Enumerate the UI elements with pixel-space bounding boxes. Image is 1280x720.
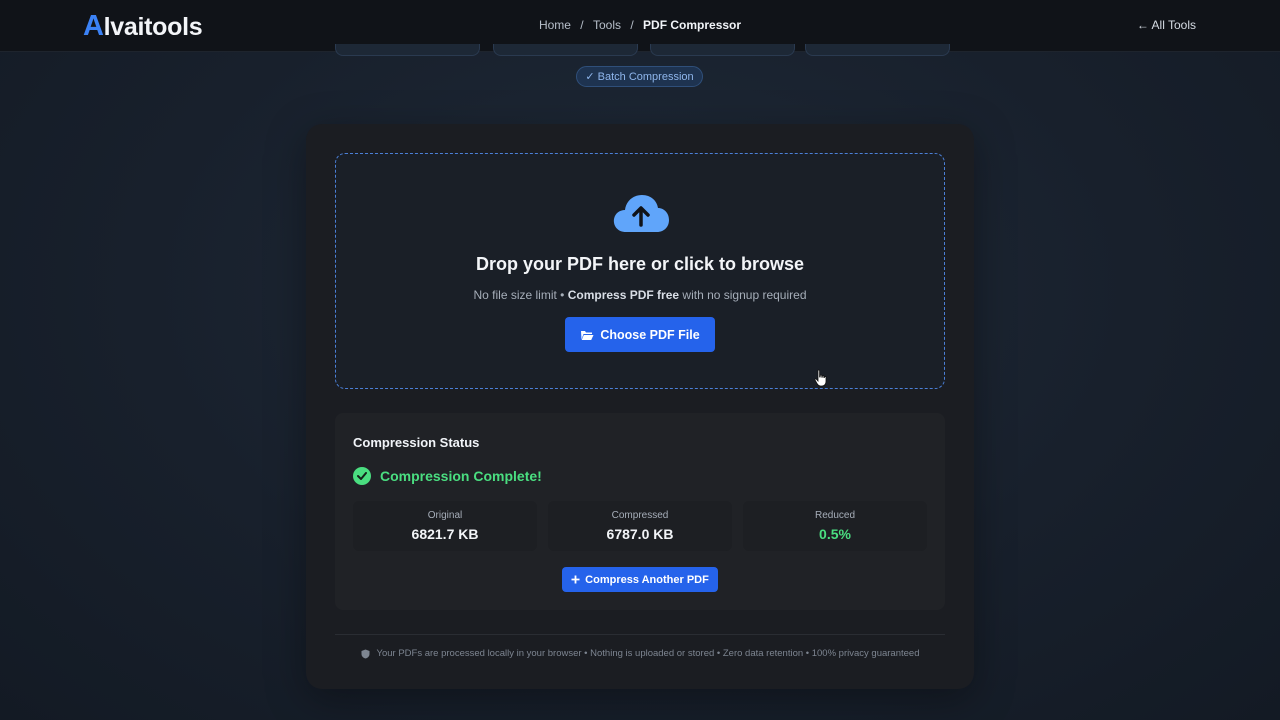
privacy-text: Your PDFs are processed locally in your … <box>376 648 920 659</box>
dropzone-subtitle-bold: Compress PDF free <box>567 288 680 302</box>
breadcrumb-current: PDF Compressor <box>643 18 742 32</box>
hand-pointer-icon <box>814 369 827 387</box>
dropzone-subtitle-post: with no signup required <box>679 288 807 302</box>
compress-another-label: Compress Another PDF <box>585 573 709 586</box>
stat-label: Original <box>427 510 463 521</box>
compressor-card: Drop your PDF here or click to browse No… <box>306 124 974 689</box>
batch-compression-badge: ✓ Batch Compression <box>576 66 703 87</box>
privacy-note: Your PDFs are processed locally in your … <box>306 648 974 659</box>
pdf-dropzone[interactable]: Drop your PDF here or click to browse No… <box>335 153 945 389</box>
status-result-text: Compression Complete! <box>380 468 542 484</box>
stat-original: Original 6821.7 KB <box>353 501 537 551</box>
breadcrumb-home[interactable]: Home <box>539 18 571 32</box>
stat-label: Reduced <box>814 510 856 521</box>
dropzone-subtitle: No file size limit • Compress PDF free w… <box>336 288 944 302</box>
stat-label: Compressed <box>611 510 669 521</box>
stat-value: 6787.0 KB <box>606 526 674 542</box>
shield-icon <box>361 649 369 658</box>
feature-tab <box>650 44 795 56</box>
feature-tab <box>335 44 480 56</box>
folder-open-icon <box>581 330 594 340</box>
compression-status-panel: Compression Status Compression Complete!… <box>335 413 945 610</box>
breadcrumb-separator: / <box>580 18 584 32</box>
choose-pdf-button[interactable]: Choose PDF File <box>565 317 715 352</box>
breadcrumb-tools[interactable]: Tools <box>593 18 621 32</box>
plus-icon <box>571 575 580 584</box>
stat-reduced: Reduced 0.5% <box>743 501 927 551</box>
choose-pdf-label: Choose PDF File <box>600 327 700 342</box>
feature-tabs-row <box>335 44 950 56</box>
feature-tab <box>805 44 950 56</box>
status-result: Compression Complete! <box>353 467 542 485</box>
dropzone-title: Drop your PDF here or click to browse <box>475 254 805 274</box>
breadcrumb: Home / Tools / PDF Compressor <box>0 18 1280 32</box>
stat-value: 6821.7 KB <box>411 526 479 542</box>
compress-another-button[interactable]: Compress Another PDF <box>562 567 718 592</box>
stat-compressed: Compressed 6787.0 KB <box>548 501 732 551</box>
check-circle-icon <box>353 467 371 485</box>
stat-value: 0.5% <box>819 526 851 542</box>
divider <box>335 634 945 635</box>
dropzone-subtitle-pre: No file size limit • <box>473 288 568 302</box>
all-tools-link[interactable]: ← All Tools <box>1137 18 1196 32</box>
cloud-upload-icon <box>613 195 669 232</box>
compression-stats: Original 6821.7 KB Compressed 6787.0 KB … <box>353 501 927 551</box>
feature-tab <box>493 44 638 56</box>
breadcrumb-separator: / <box>630 18 634 32</box>
status-title: Compression Status <box>353 435 480 450</box>
